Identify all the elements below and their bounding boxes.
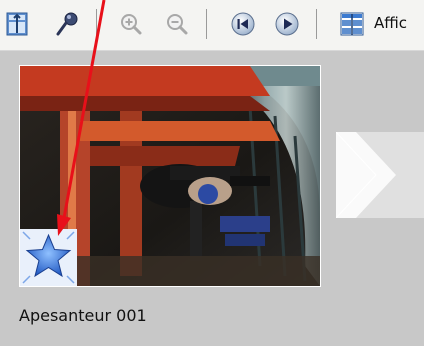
effects-button[interactable] xyxy=(52,8,82,40)
toolbar-separator xyxy=(206,9,207,39)
zoom-in-icon xyxy=(121,14,142,35)
play-button[interactable] xyxy=(272,8,302,40)
toolbar: Affic xyxy=(0,0,424,51)
transition-arrow-icon xyxy=(335,131,424,219)
transition-badge[interactable] xyxy=(20,229,77,286)
display-menu-label[interactable]: Affic xyxy=(374,14,407,32)
star-transition-icon xyxy=(20,229,77,286)
display-timeline-icon xyxy=(340,12,364,36)
display-timeline-button[interactable] xyxy=(337,8,367,40)
zoom-in-button[interactable] xyxy=(116,8,146,40)
rewind-button[interactable] xyxy=(228,8,258,40)
zoom-out-icon xyxy=(167,14,188,35)
next-transition-slot[interactable] xyxy=(335,131,424,219)
clip-thumbnail[interactable] xyxy=(19,65,321,287)
zoom-out-button[interactable] xyxy=(162,8,192,40)
clip-name: Apesanteur 001 xyxy=(19,306,147,325)
toolbar-separator xyxy=(96,9,97,39)
effects-wand-icon xyxy=(56,12,78,36)
rewind-icon xyxy=(231,12,255,36)
storyboard-view-icon xyxy=(6,12,28,36)
play-icon xyxy=(275,12,299,36)
toolbar-separator xyxy=(316,9,317,39)
storyboard-view-button[interactable] xyxy=(2,8,32,40)
